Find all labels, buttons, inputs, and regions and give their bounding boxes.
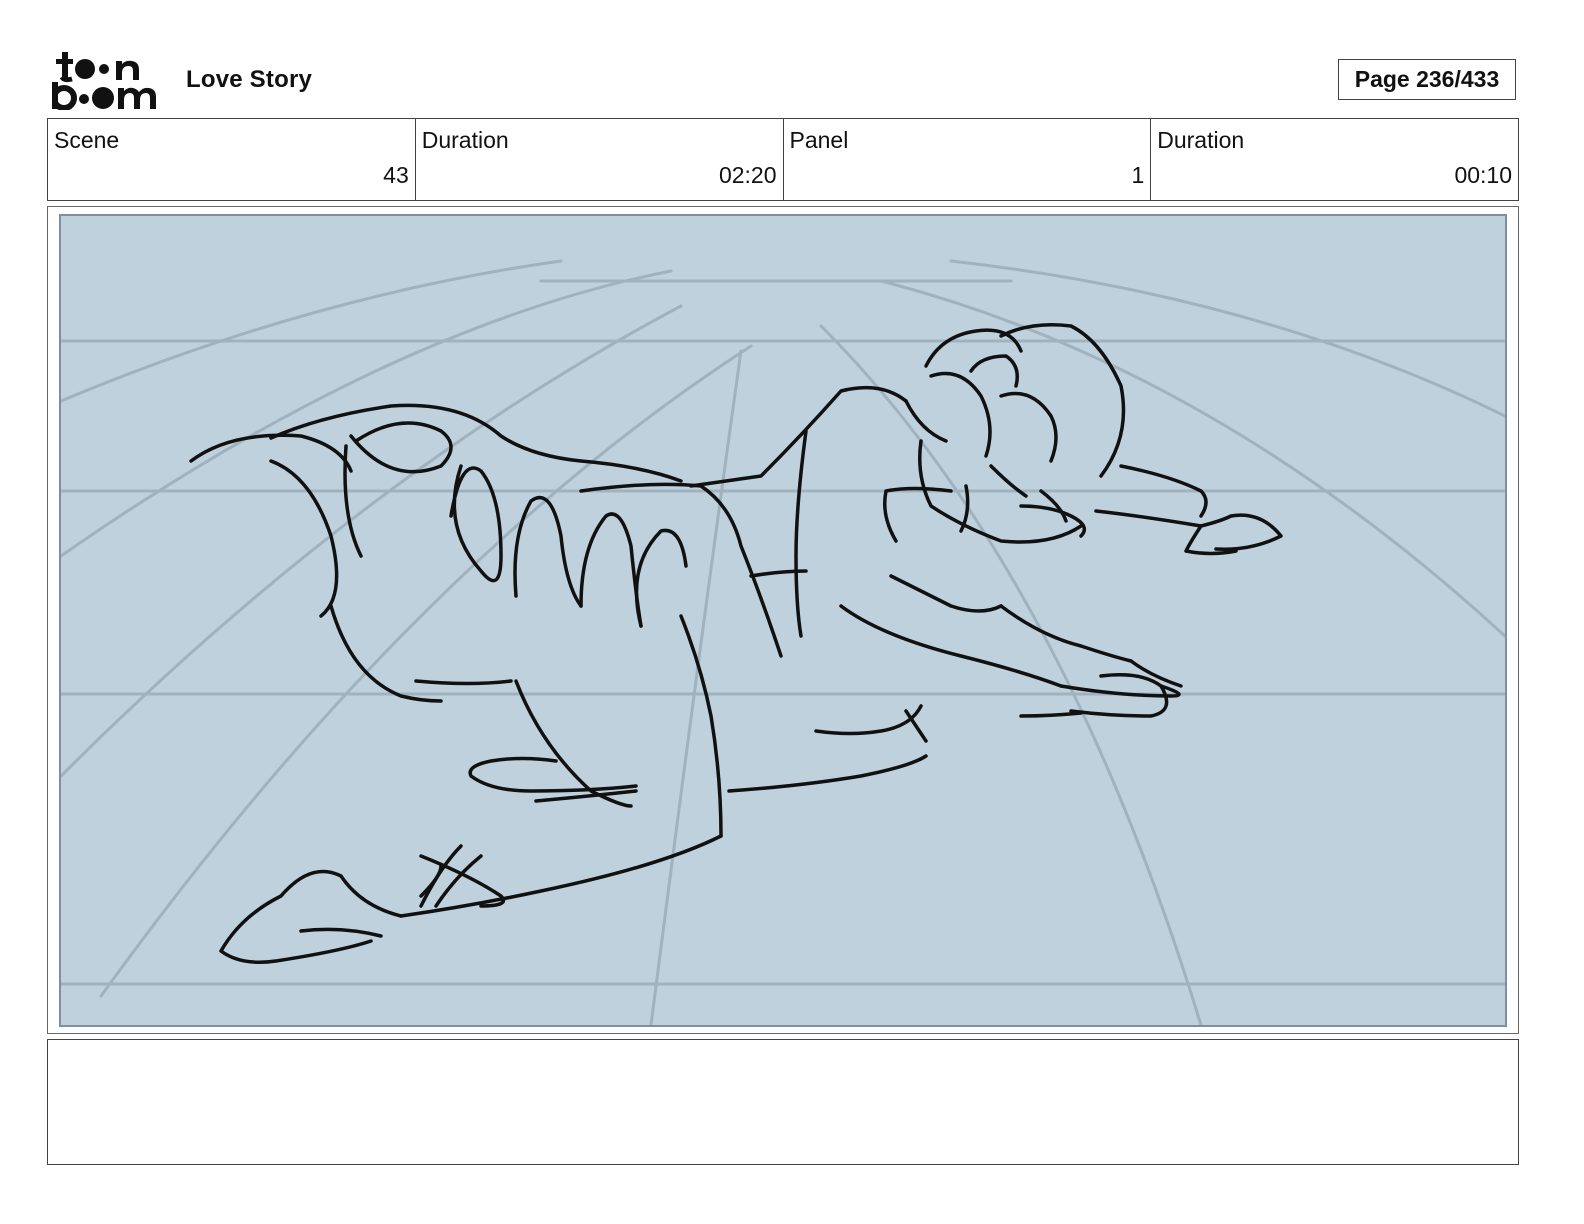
scene-value: 43 — [383, 162, 409, 188]
storyboard-panel-image — [59, 214, 1507, 1027]
toon-boom-logo — [51, 52, 164, 111]
project-title: Love Story — [186, 66, 313, 93]
scene-duration-cell: Duration 02:20 — [416, 119, 784, 200]
panel-duration-cell: Duration 00:10 — [1151, 119, 1518, 200]
scene-label: Scene — [54, 127, 120, 153]
panel-duration-label: Duration — [1157, 127, 1245, 153]
panel-label: Panel — [789, 127, 849, 153]
scene-cell: Scene 43 — [48, 119, 416, 200]
sketch-drawing — [61, 259, 1505, 1025]
panel-duration-value: 00:10 — [1454, 162, 1512, 188]
character-sketch — [189, 323, 1283, 964]
page-indicator: Page 236/433 — [1338, 59, 1516, 100]
scene-duration-value: 02:20 — [718, 162, 777, 188]
scene-duration-label: Duration — [421, 127, 509, 153]
panel-value: 1 — [1131, 162, 1145, 188]
panel-notes-box — [47, 1039, 1519, 1165]
panel-cell: Panel 1 — [784, 119, 1152, 200]
storyboard-panel-frame — [47, 206, 1519, 1034]
scene-info-row: Scene 43 Duration 02:20 Panel 1 Duration… — [47, 118, 1519, 201]
floor-guide-lines — [61, 259, 1505, 1025]
